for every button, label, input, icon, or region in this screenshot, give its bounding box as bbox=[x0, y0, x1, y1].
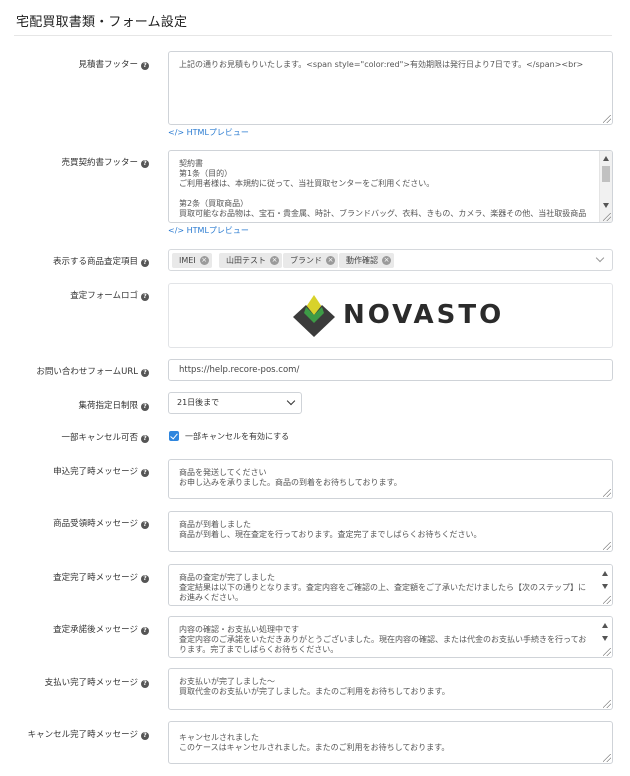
estimate-html-preview-link[interactable]: </> HTMLプレビュー bbox=[168, 127, 249, 138]
message-label: 商品受領時メッセージ bbox=[53, 519, 138, 529]
apply-done-message-textarea[interactable]: 商品を発送してください お申し込みを承りました。商品の到着をお待ちしております。 bbox=[168, 459, 613, 499]
help-icon[interactable]: ? bbox=[141, 62, 149, 70]
pickup-limit-label: 集荷指定日制限 bbox=[78, 401, 138, 411]
help-icon[interactable]: ? bbox=[141, 521, 149, 529]
resize-grip-icon[interactable] bbox=[603, 489, 611, 497]
help-icon[interactable]: ? bbox=[141, 293, 149, 301]
tag-label: IMEI bbox=[179, 256, 196, 265]
scroll-up-icon[interactable] bbox=[602, 623, 608, 628]
estimate-footer-textarea[interactable]: 上記の通りお見積もりいたします。<span style="color:red">… bbox=[168, 51, 613, 125]
display-items-label: 表示する商品査定項目 bbox=[52, 257, 138, 267]
contact-url-label: お問い合わせフォームURL bbox=[36, 367, 138, 377]
contract-footer-label: 売買契約書フッター bbox=[61, 158, 138, 168]
scroll-down-icon[interactable] bbox=[602, 584, 608, 589]
message-line: お支払いが完了しました〜 bbox=[179, 677, 275, 686]
contract-line: ご利用者様は、本規約に従って、当社買取センターをご利用ください。 bbox=[179, 179, 435, 188]
help-icon[interactable]: ? bbox=[141, 403, 149, 411]
message-label: キャンセル完了時メッセージ bbox=[27, 730, 138, 740]
scroll-up-icon[interactable] bbox=[603, 156, 609, 161]
message-label: 査定承諾後メッセージ bbox=[53, 625, 138, 635]
message-line: キャンセルされました bbox=[179, 733, 259, 742]
scroll-down-icon[interactable] bbox=[603, 203, 609, 208]
partial-cancel-label: 一部キャンセル可否 bbox=[61, 433, 138, 443]
message-line: 商品の査定が完了しました bbox=[179, 573, 275, 582]
tag-label: ブランド bbox=[290, 256, 322, 265]
cancel-message-textarea[interactable]: キャンセルされました このケースはキャンセルされました。またのご利用をお待ちして… bbox=[168, 721, 613, 764]
display-items-multiselect[interactable]: IMEI × 山田テスト × ブランド × 動作確認 × bbox=[168, 249, 613, 271]
resize-grip-icon[interactable] bbox=[603, 648, 611, 656]
scroll-up-icon[interactable] bbox=[602, 571, 608, 576]
contract-line: 買取可能なお品物は、宝石・貴金属、時計、ブランドバッグ、衣料、きもの、カメラ、楽… bbox=[179, 209, 587, 218]
message-line: 買取代金のお支払いが完了しました。またのご利用をお待ちしております。 bbox=[179, 687, 450, 696]
resize-grip-icon[interactable] bbox=[603, 213, 611, 221]
resize-grip-icon[interactable] bbox=[603, 754, 611, 762]
remove-tag-icon[interactable]: × bbox=[326, 256, 335, 265]
help-icon[interactable]: ? bbox=[141, 732, 149, 740]
message-label: 申込完了時メッセージ bbox=[53, 467, 138, 477]
tag-label: 動作確認 bbox=[346, 256, 378, 265]
message-label: 査定完了時メッセージ bbox=[53, 573, 138, 583]
contract-line: 第1条（目的） bbox=[179, 169, 233, 178]
remove-tag-icon[interactable]: × bbox=[199, 256, 209, 265]
help-icon[interactable]: ? bbox=[141, 160, 149, 168]
novasto-logo-icon bbox=[293, 295, 335, 337]
scroll-down-icon[interactable] bbox=[602, 636, 608, 641]
pickup-limit-value: 21日後まで bbox=[177, 398, 220, 407]
estimate-footer-label: 見積書フッター bbox=[78, 60, 138, 70]
logo-wordmark: NOVASTO bbox=[343, 300, 505, 330]
title-divider bbox=[14, 35, 612, 36]
approved-message-textarea[interactable]: 内容の確認・お支払い処理中です 査定内容のご承諾をいただきありがとうございました… bbox=[168, 616, 613, 658]
message-line: 商品を発送してください bbox=[179, 468, 267, 477]
contract-line: 契約書 bbox=[179, 159, 203, 168]
message-line: 内容の確認・お支払い処理中です bbox=[179, 625, 299, 634]
resize-grip-icon[interactable] bbox=[603, 700, 611, 708]
paid-message-textarea[interactable]: お支払いが完了しました〜 買取代金のお支払いが完了しました。またのご利用をお待ち… bbox=[168, 668, 613, 710]
message-line: お申し込みを承りました。商品の到着をお待ちしております。 bbox=[179, 478, 402, 487]
remove-tag-icon[interactable]: × bbox=[270, 256, 279, 265]
chevron-down-icon[interactable] bbox=[595, 253, 605, 263]
contract-footer-textarea[interactable]: 契約書 第1条（目的） ご利用者様は、本規約に従って、当社買取センターをご利用く… bbox=[168, 150, 613, 223]
scroll-thumb[interactable] bbox=[602, 166, 610, 182]
message-line: 商品が到着しました bbox=[179, 520, 251, 529]
message-line: このケースはキャンセルされました。またのご利用をお待ちしております。 bbox=[179, 743, 450, 752]
form-logo-label: 査定フォームロゴ bbox=[70, 291, 138, 301]
help-icon[interactable]: ? bbox=[141, 469, 149, 477]
estimate-footer-value: 上記の通りお見積もりいたします。<span style="color:red">… bbox=[179, 60, 584, 69]
resize-grip-icon[interactable] bbox=[603, 596, 611, 604]
tag-operation-check: 動作確認 × bbox=[339, 253, 394, 268]
logo-preview[interactable]: NOVASTO bbox=[168, 283, 613, 348]
message-label: 支払い完了時メッセージ bbox=[44, 678, 138, 688]
resize-grip-icon[interactable] bbox=[603, 542, 611, 550]
help-icon[interactable]: ? bbox=[141, 575, 149, 583]
pickup-limit-select[interactable]: 21日後まで bbox=[168, 392, 302, 414]
partial-cancel-checkbox[interactable] bbox=[169, 431, 179, 441]
tag-imei: IMEI × bbox=[172, 253, 212, 268]
partial-cancel-checkbox-label[interactable]: 一部キャンセルを有効にする bbox=[185, 431, 289, 442]
assess-done-message-textarea[interactable]: 商品の査定が完了しました 査定結果は以下の通りとなります。査定内容をご確認の上、… bbox=[168, 564, 613, 606]
resize-grip-icon[interactable] bbox=[603, 115, 611, 123]
contract-line bbox=[179, 189, 592, 199]
help-icon[interactable]: ? bbox=[141, 680, 149, 688]
message-line: 査定結果は以下の通りとなります。査定内容をご確認の上、査定額をご了承いただけまし… bbox=[179, 583, 586, 602]
tag-label: 山田テスト bbox=[226, 256, 266, 265]
message-line: 商品が到着し、現在査定を行っております。査定完了までしばらくお待ちください。 bbox=[179, 530, 482, 539]
help-icon[interactable]: ? bbox=[141, 627, 149, 635]
tag-yamada-test: 山田テスト × bbox=[219, 253, 282, 268]
contact-url-input[interactable]: https://help.recore-pos.com/ bbox=[168, 359, 613, 381]
page-title: 宅配買取書類・フォーム設定 bbox=[16, 15, 188, 30]
message-line: 査定内容のご承諾をいただきありがとうございました。現在内容の確認、または代金のお… bbox=[179, 635, 587, 654]
chevron-down-icon bbox=[286, 396, 296, 406]
help-icon[interactable]: ? bbox=[141, 435, 149, 443]
help-icon[interactable]: ? bbox=[141, 259, 149, 267]
contract-html-preview-link[interactable]: </> HTMLプレビュー bbox=[168, 225, 249, 236]
scrollbar[interactable] bbox=[599, 151, 612, 222]
received-message-textarea[interactable]: 商品が到着しました 商品が到着し、現在査定を行っております。査定完了までしばらく… bbox=[168, 511, 613, 552]
remove-tag-icon[interactable]: × bbox=[382, 256, 391, 265]
help-icon[interactable]: ? bbox=[141, 369, 149, 377]
tag-brand: ブランド × bbox=[283, 253, 338, 268]
contract-line: 第2条（買取商品） bbox=[179, 199, 249, 208]
